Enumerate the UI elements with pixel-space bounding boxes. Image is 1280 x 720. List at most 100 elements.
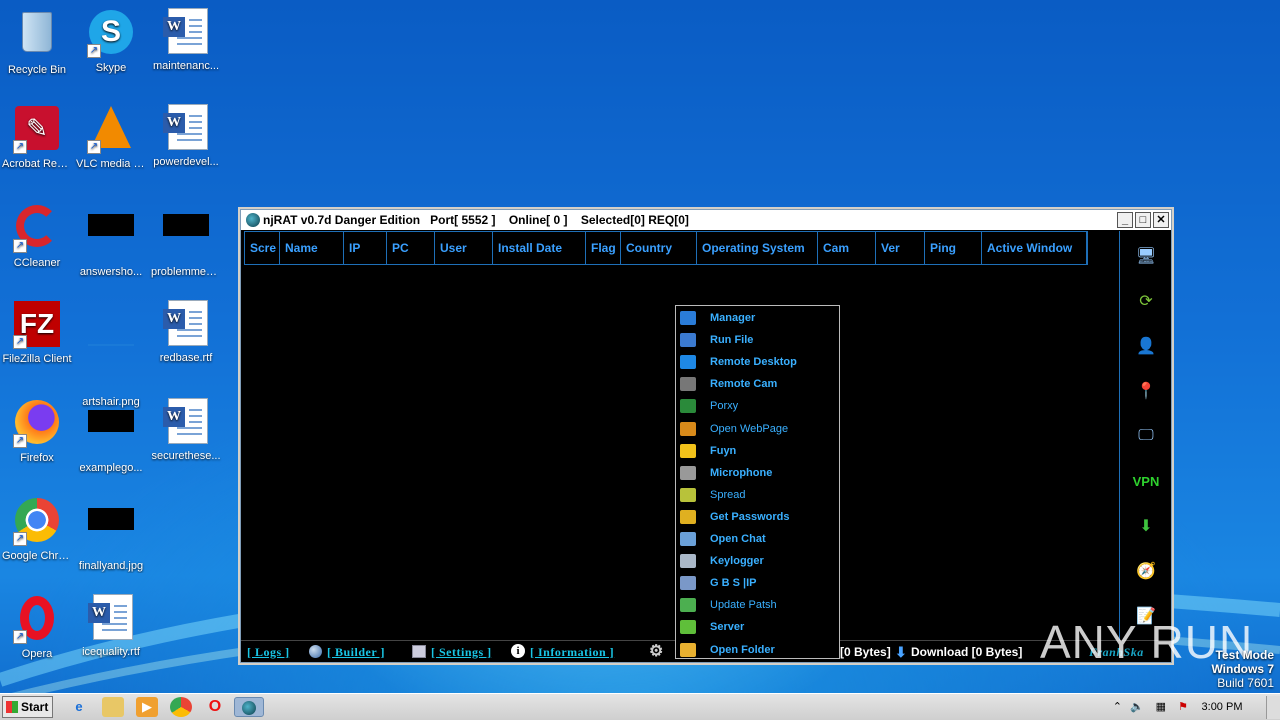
build-line: Build 7601 <box>1217 676 1274 690</box>
settings-button[interactable]: [ Settings ] <box>431 641 492 663</box>
desktop-icon-label: Firefox <box>20 452 54 464</box>
column-header[interactable]: Name <box>280 232 344 264</box>
menu-item-open-chat[interactable]: Open Chat <box>676 528 839 550</box>
menu-item-remote-desktop[interactable]: Remote Desktop <box>676 351 839 373</box>
desktop-icon-finallyand-jpg[interactable]: finallyand.jpg <box>74 496 148 573</box>
column-header[interactable]: PC <box>387 232 435 264</box>
start-button[interactable]: Start <box>2 696 53 718</box>
volume-icon[interactable]: 🔈 <box>1130 694 1144 720</box>
column-header[interactable]: IP <box>344 232 387 264</box>
column-header[interactable]: Install Date <box>493 232 586 264</box>
menu-item-open-folder[interactable]: Open Folder <box>676 639 839 661</box>
menu-item-label: Fuyn <box>710 444 737 457</box>
explorer-icon[interactable] <box>102 697 124 717</box>
builder-button[interactable]: [ Builder ] <box>327 641 385 663</box>
desktop-icon-opera[interactable]: ↗ Opera <box>0 594 74 661</box>
desktop-icon-maintenance-doc[interactable]: Wmaintenanc... <box>149 8 223 73</box>
show-desktop-button[interactable] <box>1266 696 1280 719</box>
menu-item-remote-cam[interactable]: Remote Cam <box>676 373 839 395</box>
desktop-icon-artshair-png[interactable]: artshair.png <box>74 300 148 409</box>
close-button[interactable]: ✕ <box>1153 212 1169 228</box>
menu-item-microphone[interactable]: Microphone <box>676 462 839 484</box>
menu-item-label: G B S |IP <box>710 577 757 590</box>
desktop-icon-label: Acrobat Reader DC <box>2 158 74 170</box>
desktop-icon-ccleaner[interactable]: ↗ CCleaner <box>0 202 74 270</box>
menu-item-g-b-s-ip[interactable]: G B S |IP <box>676 572 839 594</box>
column-header[interactable]: Scre <box>245 232 280 264</box>
opera-icon[interactable]: O <box>204 697 226 717</box>
information-button[interactable]: [ Information ] <box>530 641 614 663</box>
chrome-icon: ↗ <box>13 498 61 546</box>
menu-item-manager[interactable]: Manager <box>676 307 839 329</box>
menu-item-open-webpage[interactable]: Open WebPage <box>676 418 839 440</box>
vpn-button[interactable]: VPN <box>1120 466 1172 496</box>
menu-item-get-passwords[interactable]: Get Passwords <box>676 506 839 528</box>
redacted-thumbnail-icon <box>87 214 135 262</box>
menu-item-label: Open WebPage <box>710 422 789 435</box>
action-center-icon[interactable]: ⚑ <box>1178 694 1188 720</box>
desktop-icon-redbase-rtf[interactable]: Wredbase.rtf <box>149 300 223 365</box>
column-header[interactable]: Ver <box>876 232 925 264</box>
desktop-icon-firefox[interactable]: ↗ Firefox <box>0 398 74 465</box>
maximize-button[interactable]: □ <box>1135 212 1151 228</box>
desktop-icon-acrobat-reader[interactable]: ✎↗ Acrobat Reader DC <box>0 104 74 171</box>
screen-icon[interactable]: 🖵 <box>1120 421 1172 451</box>
menu-item-keylogger[interactable]: Keylogger <box>676 550 839 572</box>
column-header[interactable]: Cam <box>818 232 876 264</box>
chrome-icon[interactable] <box>170 697 192 717</box>
shortcut-arrow-icon: ↗ <box>13 532 27 546</box>
window-title: njRAT v0.7d Danger Edition Port[ 5552 ] … <box>263 210 689 230</box>
menu-item-icon <box>680 576 696 591</box>
desktop-icon-label: Opera <box>21 648 53 660</box>
media-player-icon[interactable]: ▶ <box>136 697 158 717</box>
desktop-icon-icequality-rtf[interactable]: Wicequality.rtf <box>74 594 148 659</box>
download-icon[interactable]: ⬇ <box>1120 511 1172 541</box>
desktop-icon-filezilla[interactable]: FZ ↗ FileZilla Client <box>0 300 74 366</box>
menu-item-update-patsh[interactable]: Update Patsh <box>676 594 839 616</box>
taskbar: Start e ▶ O ⌃ 🔈 ▦ ⚑ 3:00 PM <box>0 693 1280 720</box>
menu-item-label: Porxy <box>710 400 739 413</box>
minimize-button[interactable]: _ <box>1117 212 1133 228</box>
gear-icon[interactable]: ⚙ <box>649 641 663 663</box>
ie-icon[interactable]: e <box>68 697 90 717</box>
shortcut-arrow-icon: ↗ <box>13 630 27 644</box>
menu-item-icon <box>680 598 696 613</box>
menu-item-spread[interactable]: Spread <box>676 484 839 506</box>
client-context-menu: Manager Run File Remote Desktop Remote Cam P… <box>675 305 840 659</box>
desktop-icon-google-chrome[interactable]: ↗ Google Chrome <box>0 496 74 563</box>
menu-item-label: Run File <box>710 334 754 347</box>
menu-item-fuyn[interactable]: Fuyn <box>676 440 839 462</box>
desktop-icon-vlc-player[interactable]: ↗ VLC media player <box>74 104 148 171</box>
column-header[interactable]: Flag <box>586 232 621 264</box>
desktop-icon-securethese-doc[interactable]: Wsecurethese... <box>149 398 223 463</box>
desktop-icon-skype[interactable]: S ↗ Skype <box>74 8 148 75</box>
column-header[interactable]: User <box>435 232 493 264</box>
logs-button[interactable]: [ Logs ] <box>247 641 290 663</box>
menu-item-porxy[interactable]: Porxy <box>676 395 839 417</box>
refresh-icon[interactable]: ⟳ <box>1120 286 1172 316</box>
user-icon[interactable]: 👤 <box>1120 331 1172 361</box>
clock[interactable]: 3:00 PM <box>1196 694 1248 720</box>
menu-item-icon <box>680 554 696 569</box>
menu-item-run-file[interactable]: Run File <box>676 329 839 351</box>
njrat-taskbar-button[interactable] <box>234 697 264 717</box>
show-hidden-icons-icon[interactable]: ⌃ <box>1113 694 1122 720</box>
compass-icon[interactable]: 🧭 <box>1120 556 1172 586</box>
title-bar[interactable]: njRAT v0.7d Danger Edition Port[ 5552 ] … <box>241 210 1171 230</box>
desktop-icon-powerdevel-doc[interactable]: Wpowerdevel... <box>149 104 223 169</box>
column-header[interactable]: Ping <box>925 232 982 264</box>
desktop-icon-problemmea-file[interactable]: problemmea... <box>149 202 223 279</box>
column-header[interactable]: Active Window <box>982 232 1087 264</box>
column-header[interactable]: Operating System <box>697 232 818 264</box>
port-status: Port[ 5552 ] <box>430 213 496 227</box>
desktop-icon-label: CCleaner <box>13 257 61 269</box>
column-header[interactable]: Country <box>621 232 697 264</box>
desktop-icon-answersho-file[interactable]: answersho... <box>74 202 148 279</box>
network-icon[interactable]: ▦ <box>1156 694 1166 720</box>
menu-item-server[interactable]: Server <box>676 616 839 638</box>
desktop-icon-recycle-bin[interactable]: Recycle Bin <box>0 8 74 77</box>
location-icon[interactable]: 📍 <box>1120 376 1172 406</box>
start-label: Start <box>21 700 49 714</box>
monitor-icon[interactable]: 🖥 <box>1120 241 1172 271</box>
desktop-icon-examplego-file[interactable]: examplego... <box>74 398 148 475</box>
